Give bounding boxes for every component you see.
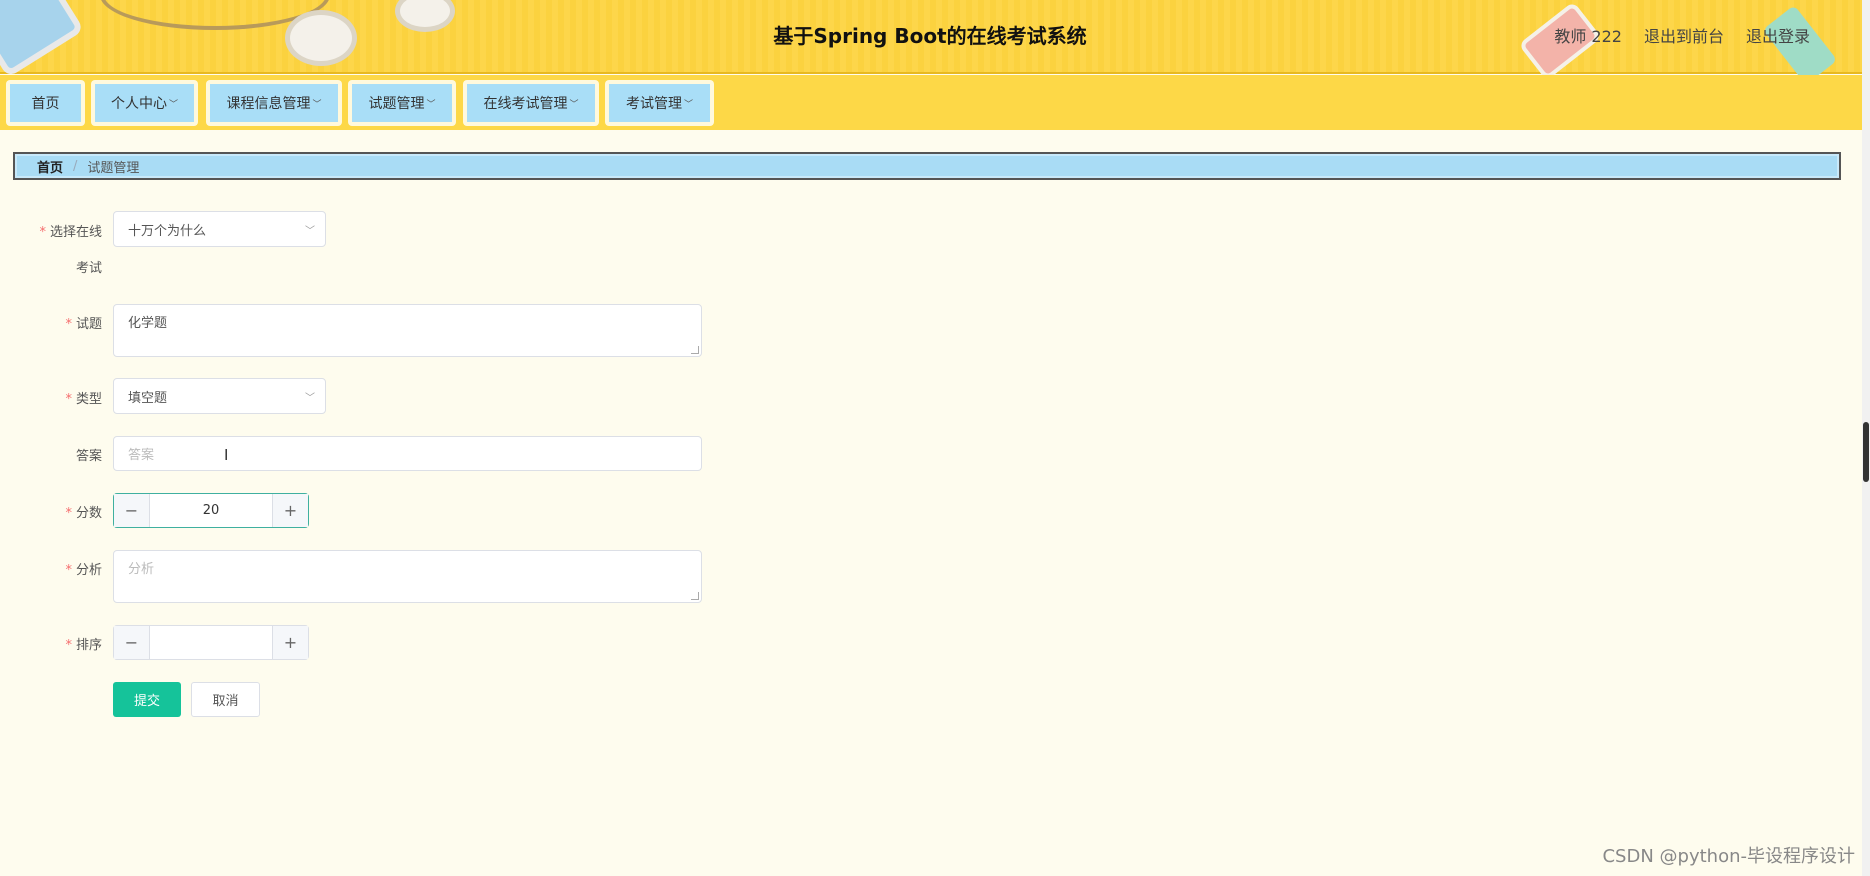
type-label: * 类型 xyxy=(30,388,102,407)
back-to-frontend-link[interactable]: 退出到前台 xyxy=(1644,23,1724,47)
increment-button[interactable]: + xyxy=(272,626,308,659)
question-value: 化学题 xyxy=(128,316,168,331)
required-mark: * xyxy=(65,506,72,521)
chevron-down-icon: ﹀ xyxy=(168,99,178,110)
score-label-text: 分数 xyxy=(75,506,102,521)
logout-link[interactable]: 退出登录 xyxy=(1746,23,1810,47)
order-label: * 排序 xyxy=(30,634,102,653)
current-user: 教师 222 xyxy=(1554,27,1622,46)
decrement-button[interactable]: − xyxy=(114,626,150,659)
exam-label-line1: 选择在线 xyxy=(49,225,102,240)
exam-label: * 选择在线 xyxy=(30,221,102,240)
nav-label: 首页 xyxy=(31,96,60,112)
chevron-down-icon: ﹀ xyxy=(426,99,436,110)
order-value[interactable] xyxy=(150,626,272,659)
type-select[interactable]: 填空题 ﹀ xyxy=(113,378,326,414)
nav-label: 个人中心 xyxy=(110,96,167,112)
required-mark: * xyxy=(65,638,72,653)
required-mark: * xyxy=(65,563,72,578)
required-mark: * xyxy=(39,225,46,240)
chevron-down-icon: ﹀ xyxy=(305,392,315,404)
question-textarea[interactable]: 化学题 xyxy=(113,304,702,357)
nav-item-course-management[interactable]: 课程信息管理 ﹀ xyxy=(206,80,342,126)
type-label-text: 类型 xyxy=(75,392,102,407)
order-stepper[interactable]: − + xyxy=(113,625,309,660)
cancel-button[interactable]: 取消 xyxy=(191,682,260,717)
decrement-button[interactable]: − xyxy=(114,494,150,527)
main-nav: 首页 个人中心 ﹀ 课程信息管理 ﹀ 试题管理 ﹀ 在线考试管理 ﹀ 考试管理 ﹀ xyxy=(0,75,1862,130)
exam-select[interactable]: 十万个为什么 ﹀ xyxy=(113,211,326,247)
chevron-down-icon: ﹀ xyxy=(305,225,315,237)
increment-button[interactable]: + xyxy=(272,494,308,527)
answer-label: 答案 xyxy=(75,449,102,464)
nav-item-online-exam-management[interactable]: 在线考试管理 ﹀ xyxy=(463,80,599,126)
required-mark: * xyxy=(65,317,72,332)
answer-input[interactable]: 答案 I xyxy=(113,436,702,471)
nav-item-exam-management[interactable]: 考试管理 ﹀ xyxy=(605,80,714,126)
nav-item-personal-center[interactable]: 个人中心 ﹀ xyxy=(91,80,198,126)
chevron-down-icon: ﹀ xyxy=(312,99,322,110)
nav-item-question-management[interactable]: 试题管理 ﹀ xyxy=(348,80,456,126)
scrollbar-thumb[interactable] xyxy=(1863,422,1869,482)
text-cursor-icon: I xyxy=(224,446,229,464)
vertical-scrollbar[interactable] xyxy=(1862,0,1870,876)
nav-label: 课程信息管理 xyxy=(226,96,311,112)
chevron-down-icon: ﹀ xyxy=(683,99,693,110)
resize-handle-icon[interactable] xyxy=(691,346,699,354)
breadcrumb-separator: / xyxy=(73,158,78,174)
exam-select-value: 十万个为什么 xyxy=(128,223,207,239)
tablet-decoration xyxy=(0,0,85,78)
analysis-placeholder: 分析 xyxy=(128,562,155,577)
top-links: 教师 222 退出到前台 退出登录 xyxy=(1554,23,1810,47)
question-label-text: 试题 xyxy=(75,317,102,332)
required-mark: * xyxy=(65,392,72,407)
analysis-label: * 分析 xyxy=(30,559,102,578)
chevron-down-icon: ﹀ xyxy=(569,99,579,110)
nav-label: 在线考试管理 xyxy=(483,96,568,112)
nav-item-home[interactable]: 首页 xyxy=(6,80,85,126)
type-select-value: 填空题 xyxy=(128,390,168,406)
site-title: 基于Spring Boot的在线考试系统 xyxy=(773,24,1087,48)
header-banner: 基于Spring Boot的在线考试系统 教师 222 退出到前台 退出登录 xyxy=(0,0,1862,85)
question-label: * 试题 xyxy=(30,313,102,332)
analysis-textarea[interactable]: 分析 xyxy=(113,550,702,603)
nav-label: 试题管理 xyxy=(368,96,425,112)
page: 基于Spring Boot的在线考试系统 教师 222 退出到前台 退出登录 首… xyxy=(0,0,1870,876)
breadcrumb-home[interactable]: 首页 xyxy=(37,157,63,176)
earphone-decoration xyxy=(285,10,357,66)
breadcrumb-current: 试题管理 xyxy=(87,160,140,176)
analysis-label-text: 分析 xyxy=(75,563,102,578)
score-stepper[interactable]: − 20 + xyxy=(113,493,309,528)
nav-label: 考试管理 xyxy=(625,96,682,112)
earphone-decoration xyxy=(395,0,455,32)
exam-label-line2: 考试 xyxy=(75,261,102,276)
score-label: * 分数 xyxy=(30,502,102,521)
resize-handle-icon[interactable] xyxy=(691,592,699,600)
score-value[interactable]: 20 xyxy=(150,494,272,527)
order-label-text: 排序 xyxy=(75,638,102,653)
watermark: CSDN @python-毕设程序设计 xyxy=(1602,846,1855,867)
submit-button[interactable]: 提交 xyxy=(113,682,181,717)
breadcrumb: 首页 / 试题管理 xyxy=(13,152,1841,180)
answer-placeholder: 答案 xyxy=(128,448,155,463)
